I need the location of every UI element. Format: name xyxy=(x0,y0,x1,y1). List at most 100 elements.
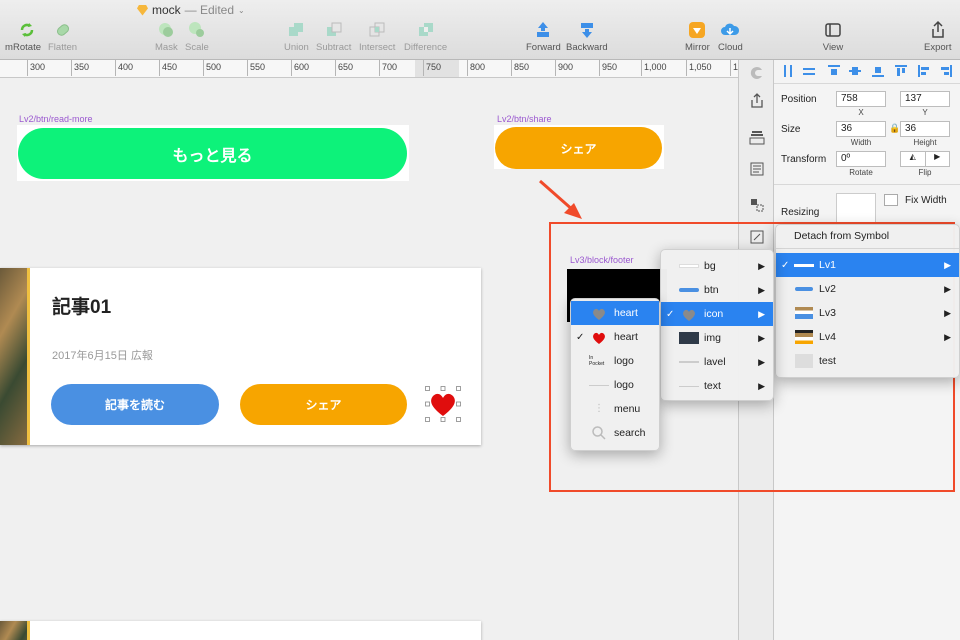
fix-width-checkbox[interactable] xyxy=(884,194,898,206)
align-bottom-icon[interactable] xyxy=(940,65,952,77)
text-thumbnail-icon xyxy=(679,379,699,393)
detach-from-symbol-item[interactable]: Detach from Symbol xyxy=(776,225,959,247)
lv2-thumbnail-icon xyxy=(794,282,814,296)
read-more-button[interactable]: もっと見る xyxy=(18,128,407,179)
lv4-thumbnail-icon xyxy=(794,330,814,344)
logo-light-icon xyxy=(589,378,609,392)
logo-dark-icon: In Pocket xyxy=(589,355,605,367)
lv3-thumbnail-icon xyxy=(794,306,814,320)
menu-item-icon[interactable]: ✓ icon ▶ xyxy=(661,302,773,326)
read-article-button[interactable]: 記事を読む xyxy=(51,384,219,425)
horizontal-ruler[interactable]: 300 350 400 450 500 550 600 650 700 750 … xyxy=(0,60,756,78)
ruler-tick: 600 xyxy=(290,60,310,76)
menu-item-menu[interactable]: ⋮ menu xyxy=(571,397,659,421)
sketch-plugin-icon[interactable] xyxy=(745,62,769,84)
menu-item-heart-gray[interactable]: heart xyxy=(571,301,659,325)
ruler-tick: 350 xyxy=(70,60,90,76)
menu-item-bg[interactable]: bg ▶ xyxy=(661,254,773,278)
flip-control[interactable]: ◭ ▶ xyxy=(900,151,950,167)
height-field[interactable]: 36 xyxy=(900,121,950,137)
search-icon xyxy=(589,426,609,440)
flip-vertical-icon[interactable]: ▶ xyxy=(926,152,950,166)
menu-item-heart-red[interactable]: ✓ heart xyxy=(571,325,659,349)
toolbar-subtract-button[interactable]: Subtract xyxy=(316,20,351,53)
menu-item-logo-light[interactable]: logo xyxy=(571,373,659,397)
checkmark-icon: ✓ xyxy=(781,259,790,271)
menu-item-lv4[interactable]: Lv4 ▶ xyxy=(776,325,959,349)
menu-item-search[interactable]: search xyxy=(571,421,659,445)
menu-item-lavel[interactable]: lavel ▶ xyxy=(661,350,773,374)
toolbar-forward-button[interactable]: Forward xyxy=(526,20,561,53)
toolbar-scale-button[interactable]: Scale xyxy=(185,20,209,53)
toolbar-cloud-button[interactable]: Cloud xyxy=(718,20,743,53)
symbol-label-read-more[interactable]: Lv2/btn/read-more xyxy=(19,114,93,124)
article-card-2[interactable] xyxy=(0,621,481,640)
share-upload-icon[interactable] xyxy=(745,90,769,112)
stack-icon[interactable] xyxy=(745,126,769,148)
test-thumbnail-icon xyxy=(794,354,814,368)
align-center-horizontal-icon[interactable] xyxy=(849,65,861,77)
menu-item-logo-dark[interactable]: In Pocket logo xyxy=(571,349,659,373)
mirror-icon xyxy=(686,20,708,40)
doc-status: — Edited xyxy=(184,3,235,17)
flip-horizontal-icon[interactable]: ◭ xyxy=(901,152,926,166)
align-left-icon[interactable] xyxy=(828,65,840,77)
size-label: Size xyxy=(781,124,801,135)
ruler-tick: 400 xyxy=(114,60,134,76)
backward-icon xyxy=(576,20,598,40)
lock-icon[interactable]: 🔒 xyxy=(889,123,900,134)
submenu-arrow-icon: ▶ xyxy=(944,283,951,294)
submenu-arrow-icon: ▶ xyxy=(758,356,765,367)
width-field[interactable]: 36 xyxy=(836,121,886,137)
toolbar-mirror-button[interactable]: Mirror xyxy=(685,20,710,53)
card-share-button[interactable]: シェア xyxy=(240,384,407,425)
toolbar-union-button[interactable]: Union xyxy=(284,20,309,53)
toolbar-intersect-button[interactable]: Intersect xyxy=(359,20,395,53)
distribute-horizontal-icon[interactable] xyxy=(782,65,794,77)
doc-name: mock xyxy=(152,3,181,17)
position-y-field[interactable]: 137 xyxy=(900,91,950,107)
lv1-submenu: bg ▶ btn ▶ ✓ icon ▶ img ▶ lavel ▶ text ▶ xyxy=(660,249,774,401)
toolbar-flatten-button[interactable]: Flatten xyxy=(48,20,77,53)
transform-label: Transform xyxy=(781,154,827,165)
align-top-icon[interactable] xyxy=(895,65,907,77)
toolbar-difference-button[interactable]: Difference xyxy=(404,20,447,53)
menu-item-text[interactable]: text ▶ xyxy=(661,374,773,398)
submenu-arrow-icon: ▶ xyxy=(758,308,765,319)
chevron-down-icon: ⌄ xyxy=(238,5,245,15)
subtract-icon xyxy=(323,20,345,40)
checkmark-icon: ✓ xyxy=(666,308,675,320)
align-middle-icon[interactable] xyxy=(918,65,930,77)
bg-thumbnail-icon xyxy=(679,259,699,273)
toolbar-backward-button[interactable]: Backward xyxy=(566,20,608,53)
ruler-tick: 800 xyxy=(466,60,486,76)
toolbar-rotate-button[interactable]: Rotate xyxy=(13,20,41,53)
submenu-arrow-icon: ▶ xyxy=(758,284,765,295)
align-right-icon[interactable] xyxy=(872,65,884,77)
position-x-field[interactable]: 758 xyxy=(836,91,886,107)
menu-item-lv2[interactable]: Lv2 ▶ xyxy=(776,277,959,301)
ruler-tick: 550 xyxy=(246,60,266,76)
ruler-tick: 950 xyxy=(598,60,618,76)
article-card[interactable]: 記事01 2017年6月15日 広報 記事を読む シェア xyxy=(0,268,481,445)
menu-item-test[interactable]: test xyxy=(776,349,959,373)
heart-icon-selected[interactable] xyxy=(425,386,461,422)
toolbar-view-button[interactable]: View xyxy=(822,20,844,53)
toolbar-export-button[interactable]: Export xyxy=(924,20,951,53)
symbol-label-share[interactable]: Lv2/btn/share xyxy=(497,114,552,124)
rotate-field[interactable]: 0º xyxy=(836,151,886,167)
scale-icon xyxy=(186,20,208,40)
menu-item-lv3[interactable]: Lv3 ▶ xyxy=(776,301,959,325)
ruler-tick: 900 xyxy=(554,60,574,76)
document-icon[interactable] xyxy=(745,158,769,180)
icon-submenu: heart ✓ heart In Pocket logo logo ⋮ menu… xyxy=(570,298,660,451)
menu-item-lv1[interactable]: ✓ Lv1 ▶ xyxy=(776,253,959,277)
toolbar-mask-button[interactable]: Mask xyxy=(155,20,178,53)
menu-item-img[interactable]: img ▶ xyxy=(661,326,773,350)
selection-icon[interactable] xyxy=(745,194,769,216)
y-caption: Y xyxy=(922,108,928,117)
submenu-arrow-icon: ▶ xyxy=(944,307,951,318)
menu-item-btn[interactable]: btn ▶ xyxy=(661,278,773,302)
share-button[interactable]: シェア xyxy=(495,127,662,169)
distribute-vertical-icon[interactable] xyxy=(803,65,815,77)
